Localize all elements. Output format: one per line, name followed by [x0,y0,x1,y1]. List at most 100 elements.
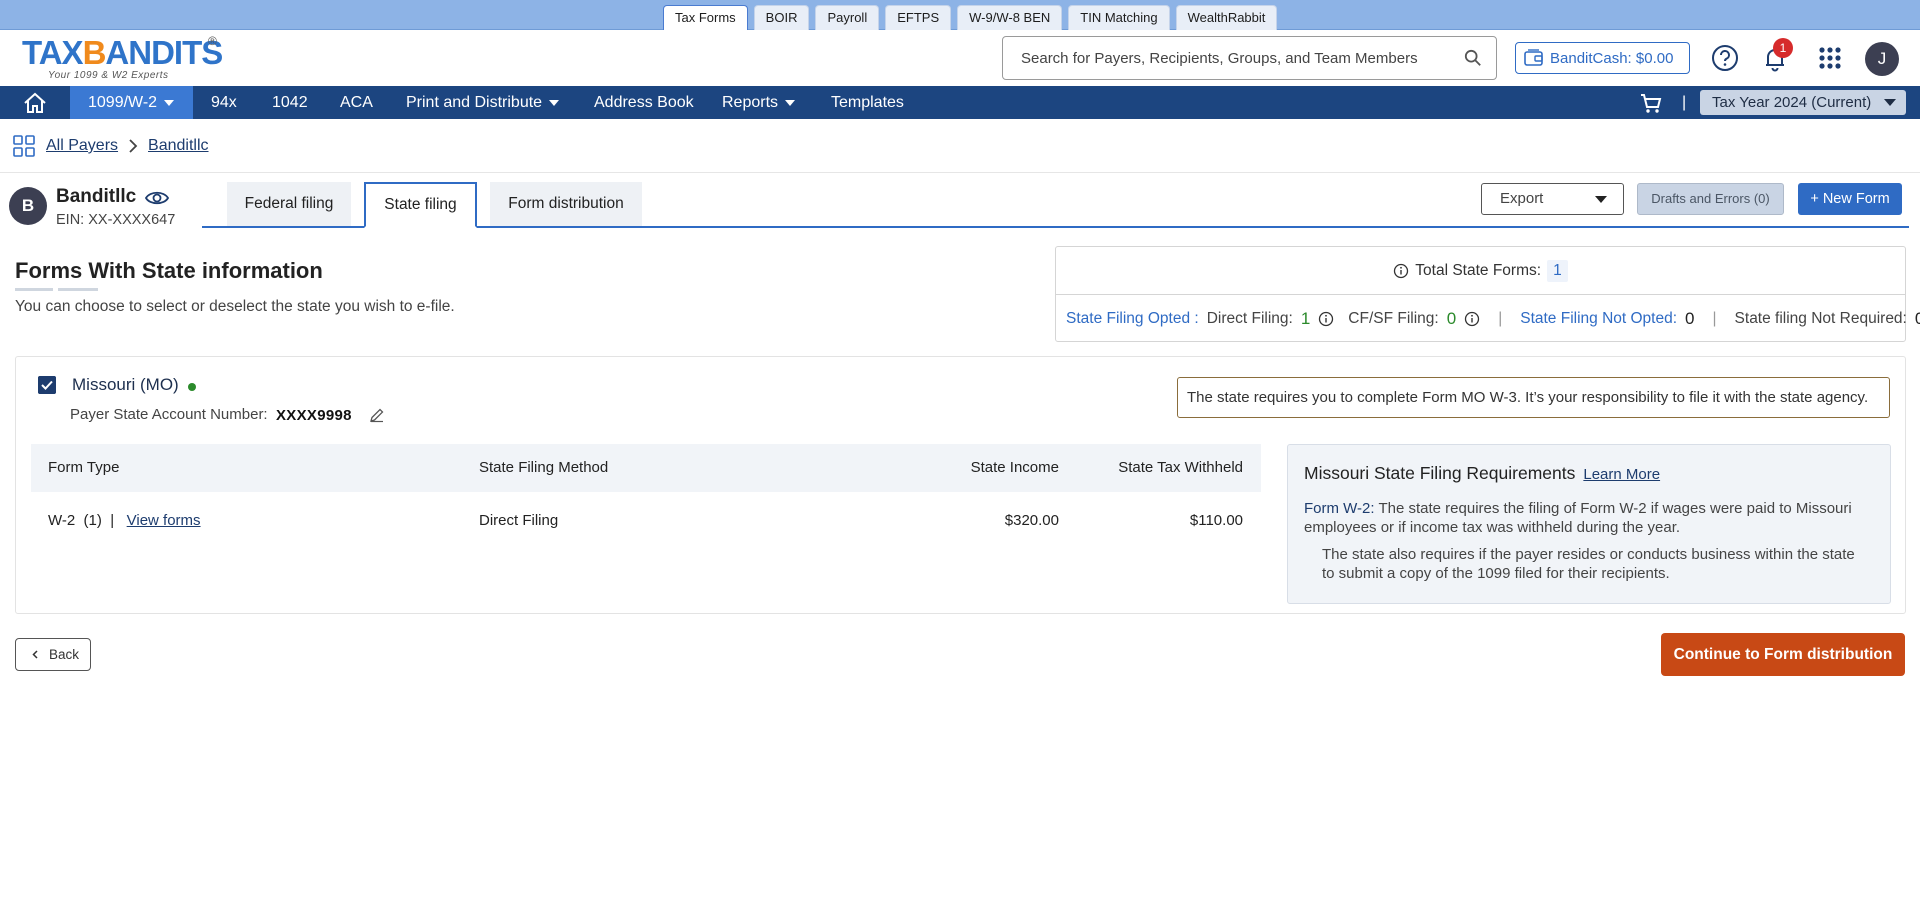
state-filing-opted-label: State Filing Opted : [1066,310,1199,327]
apps-grid-icon[interactable] [1815,43,1845,73]
breadcrumb: All Payers Banditllc [12,134,209,158]
nav-separator: | [1682,94,1687,111]
eye-icon[interactable] [145,188,169,208]
nav-1099-w2[interactable]: 1099/W-2 [70,86,193,119]
info-icon[interactable] [1393,263,1409,279]
requirements-title-text: Missouri State Filing Requirements [1304,463,1576,483]
nav-reports[interactable]: Reports [722,86,796,119]
col-form-type: Form Type [48,459,120,476]
requirements-paragraph: The state also requires if the payer res… [1322,546,1855,582]
total-forms-value: 1 [1547,259,1568,282]
not-opted-label: State Filing Not Opted: [1520,310,1678,327]
logo-wordmark: TAXBANDITS [22,34,223,72]
requirements-paragraph: Form W-2: The state requires the filing … [1304,499,1879,537]
forms-table: Form Type State Filing Method State Inco… [31,444,1261,550]
view-forms-link[interactable]: View forms [127,512,201,529]
continue-button[interactable]: Continue to Form distribution [1661,633,1905,676]
home-icon [24,92,46,113]
nav-templates[interactable]: Templates [831,86,904,119]
state-name: Missouri (MO) [72,375,179,394]
search-icon[interactable] [1464,49,1482,67]
payer-name: Banditllc [56,186,137,207]
help-icon[interactable] [1710,43,1740,73]
table-row: W-2 (1) | View forms Direct Filing $320.… [31,492,1261,550]
filing-method-cell: Direct Filing [479,512,559,529]
cart-icon[interactable] [1640,92,1662,114]
logo-part-tax: TAX [22,34,84,71]
product-tab-boir[interactable]: BOIR [753,5,810,30]
tab-form-distribution[interactable]: Form distribution [490,182,642,226]
state-notice: The state requires you to complete Form … [1177,377,1890,418]
main-nav: 1099/W-2 94x 1042 ACA Print and Distribu… [0,86,1920,119]
logo-owl-letter: B [82,34,107,71]
new-form-button[interactable]: + New Form [1798,183,1902,215]
nav-94x[interactable]: 94x [211,86,237,119]
nav-1099-w2-label: 1099/W-2 [88,94,158,111]
nav-address-book[interactable]: Address Book [594,86,694,119]
chevron-down-icon [1595,196,1607,203]
tab-federal-filing[interactable]: Federal filing [227,182,351,226]
edit-pencil-icon[interactable] [369,407,385,423]
export-label: Export [1500,190,1544,207]
tab-state-filing[interactable]: State filing [364,182,477,228]
nav-aca[interactable]: ACA [340,86,373,119]
breadcrumb-all-payers[interactable]: All Payers [46,137,118,155]
header: TAXBANDITS ® Your 1099 & W2 Experts Band… [0,30,1920,86]
product-tab-eftps[interactable]: EFTPS [885,5,952,30]
nav-1042[interactable]: 1042 [272,86,308,119]
state-checkbox[interactable] [38,376,56,394]
section-title: Forms With State information [15,258,323,283]
cfsf-filing-label: CF/SF Filing: [1348,310,1439,327]
product-tab-wealthrabbit[interactable]: WealthRabbit [1175,5,1278,30]
not-opted-value: 0 [1685,309,1695,328]
not-required-value: 0 [1914,309,1920,328]
chevron-down-icon [785,99,796,106]
logo-part-andits: ANDITS [105,34,223,71]
export-dropdown[interactable]: Export [1481,183,1624,215]
chevron-down-icon [164,99,175,106]
table-header: Form Type State Filing Method State Inco… [31,444,1261,492]
product-tab-w9-w8ben[interactable]: W-9/W-8 BEN [957,5,1063,30]
bandit-cash-button[interactable]: BanditCash: $0.00 [1515,42,1690,74]
chevron-down-icon [1884,99,1896,106]
back-button[interactable]: Back [15,638,91,671]
summary-separator: | [1712,310,1717,327]
learn-more-link[interactable]: Learn More [1583,466,1660,483]
logo[interactable]: TAXBANDITS ® Your 1099 & W2 Experts [22,34,223,82]
breadcrumb-payer[interactable]: Banditllc [148,137,208,155]
info-icon[interactable] [1318,311,1334,327]
total-forms-label: Total State Forms: [1415,261,1542,279]
cfsf-filing-value: 0 [1446,309,1457,328]
product-tab-tax-forms[interactable]: Tax Forms [663,5,748,31]
notification-badge: 1 [1773,38,1793,58]
chevron-right-icon [129,139,138,153]
form-type-cell: W-2 (1) | View forms [48,492,201,550]
search-input[interactable] [1021,49,1451,67]
dashboard-grid-icon[interactable] [12,134,36,158]
title-underline [15,288,53,291]
info-icon[interactable] [1464,311,1480,327]
payer-avatar: B [9,187,47,225]
search-box[interactable] [1002,36,1497,80]
requirements-title: Missouri State Filing Requirements Learn … [1304,463,1660,484]
tax-year-select[interactable]: Tax Year 2024 (Current) [1700,90,1906,115]
nav-home[interactable] [0,86,70,119]
requirements-form-label: Form W-2: [1304,500,1375,517]
chevron-left-icon [32,650,38,659]
logo-registered-mark: ® [208,34,217,48]
state-requirements-box: Missouri State Filing Requirements Learn … [1287,444,1891,604]
drafts-errors-button[interactable]: Drafts and Errors (0) [1637,183,1784,215]
bandit-cash-label: BanditCash: $0.00 [1550,49,1674,67]
summary-total: Total State Forms: 1 [1056,247,1905,295]
payer-ein: EIN: XX-XXXX647 [56,212,176,228]
requirements-p1: The state requires the filing of Form W-… [1304,500,1852,536]
logo-tagline: Your 1099 & W2 Experts [48,70,169,81]
nav-print-distribute-label: Print and Distribute [406,94,543,111]
product-tab-payroll[interactable]: Payroll [815,5,880,30]
not-required-label: State filing Not Required: [1734,310,1907,327]
user-avatar[interactable]: J [1865,42,1899,76]
product-tab-tin-matching[interactable]: TIN Matching [1068,5,1170,30]
nav-print-distribute[interactable]: Print and Distribute [406,86,560,119]
col-state-income: State Income [970,459,1059,476]
summary-separator: | [1498,310,1503,327]
